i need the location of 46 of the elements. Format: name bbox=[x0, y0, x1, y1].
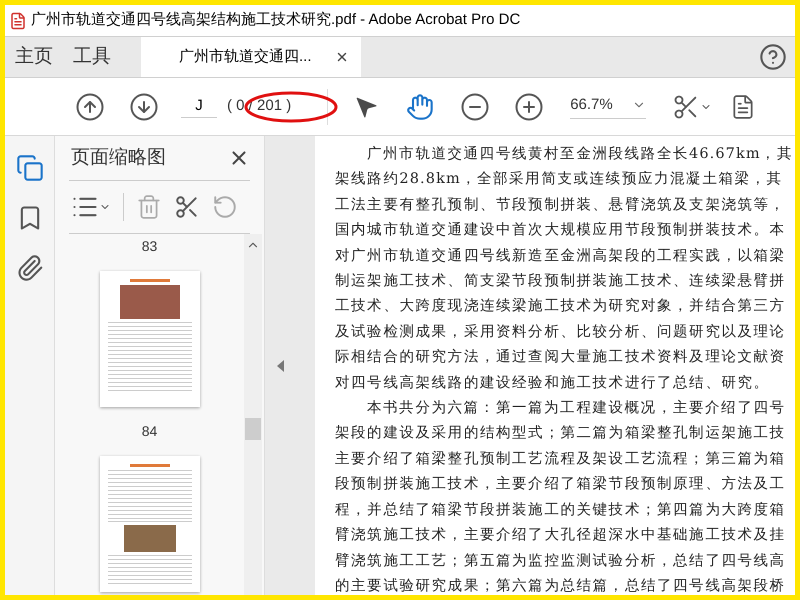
document-text-line: 对广州市轨道交通四号线新造至金洲高架段的工程实践，以箱梁 bbox=[335, 246, 786, 266]
document-text-line: 架线路约28.8km，全部采用简支或连续预应力混凝土箱梁，其 bbox=[335, 170, 783, 190]
help-icon bbox=[759, 43, 787, 71]
tab-label: 广州市轨道交通四... bbox=[179, 46, 312, 67]
document-text-line: 臂浇筑施工工艺；第五篇为监控监测试验分析，总结了四号线高 bbox=[335, 552, 786, 570]
document-text-line: 及试验检测成果，采用资料分析、比较分析、问题研究以及理论 bbox=[335, 322, 786, 342]
document-tab[interactable]: 广州市轨道交通四... bbox=[141, 37, 361, 77]
document-text-line: 臂浇筑施工技术，主要介绍了大孔径超深水中基础施工技术及挂 bbox=[335, 526, 786, 546]
pdf-file-icon bbox=[9, 12, 27, 30]
document-text-line: 国内城市轨道交通建设中首次大规模应用节段预制拼装技术。本 bbox=[335, 220, 786, 240]
photo-placeholder bbox=[124, 525, 176, 552]
paperclip-icon[interactable] bbox=[16, 254, 44, 282]
nav-tab[interactable]: 主页 bbox=[5, 37, 63, 77]
photo-placeholder bbox=[120, 285, 180, 319]
document-text-line: 程，并总结了箱梁节段拼装施工的关键技术；第四篇为大跨度箱 bbox=[335, 500, 786, 520]
document-text-line: 工技术、大跨度现浇连续梁施工技术为研究对象，并结合第三方 bbox=[335, 296, 786, 316]
window-title: 广州市轨道交通四号线高架结构施工技术研究.pdf - Adobe Acrobat Pro DC bbox=[31, 10, 520, 30]
document-text-line: 段预制拼装施工技术，主要介绍了箱梁节段预制原理、方法及工 bbox=[335, 474, 786, 494]
document-text-line: 主要介绍了箱梁整孔预制工艺流程及架设工艺流程；第三篇为箱 bbox=[335, 450, 786, 469]
document-text-line: 架段的建设及采用的结构型式；第二篇为箱梁整孔制运架施工技 bbox=[335, 424, 786, 444]
document-text-line: 工法主要有整孔预制、节段预制拼装、悬臂浇筑及支架浇筑等， bbox=[335, 196, 786, 215]
next-page-button[interactable] bbox=[129, 92, 159, 122]
close-icon bbox=[335, 50, 349, 64]
document-text-line: 广州市轨道交通四号线黄村至金洲段线路全长46.67km，其 bbox=[367, 144, 793, 164]
hand-icon bbox=[406, 92, 434, 120]
previous-page-button[interactable] bbox=[75, 92, 105, 122]
page-number-label: 83 bbox=[142, 237, 158, 256]
document-text-line: 的主要试验研究成果；第六篇为总结篇，总结了四号线高架段桥 bbox=[335, 576, 786, 595]
panel-title: 页面缩略图 bbox=[71, 146, 166, 170]
zoom-in-button[interactable] bbox=[514, 92, 544, 122]
zoom-out-button[interactable] bbox=[460, 92, 490, 122]
document-text-line: 制运架施工技术、简支梁节段预制拼装施工技术、连续梁悬臂拼 bbox=[335, 272, 786, 292]
document-text-line: 对四号线高架线路的建设经验和施工技术进行了总结、研究。 bbox=[335, 374, 770, 393]
trash-icon bbox=[136, 194, 162, 220]
pages-icon[interactable] bbox=[16, 154, 44, 182]
page-fit-button[interactable] bbox=[672, 92, 712, 120]
page-thumbnail[interactable] bbox=[100, 271, 200, 407]
document-text-line: 本书共分为六篇：第一篇为工程建设概况，主要介绍了四号 bbox=[367, 398, 786, 418]
page-thumbnail[interactable] bbox=[100, 456, 200, 592]
rotate-icon bbox=[212, 194, 238, 220]
page-number-label: 84 bbox=[142, 422, 158, 441]
zoom-dropdown[interactable]: 66.7% bbox=[570, 94, 646, 120]
page-number-field[interactable]: J bbox=[181, 94, 217, 118]
scroll-bar[interactable] bbox=[244, 234, 262, 595]
nav-tab[interactable]: 工具 bbox=[63, 37, 121, 77]
document-text-line: 际相结合的研究方法，通过查阅大量施工技术资料及理论文献资 bbox=[335, 348, 786, 368]
